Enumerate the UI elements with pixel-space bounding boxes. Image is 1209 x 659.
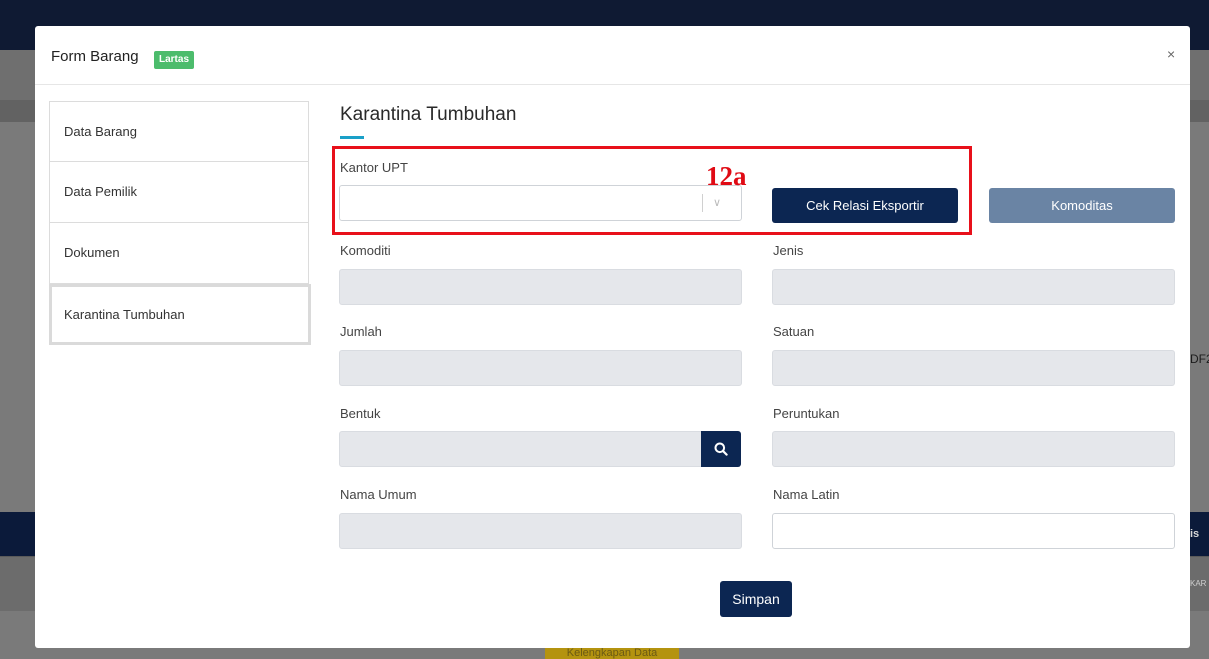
satuan-label: Satuan: [773, 324, 815, 339]
section-title: Karantina Tumbuhan: [340, 104, 517, 125]
background-right-small-text: KAR: [1190, 579, 1207, 588]
nama-latin-label: Nama Latin: [773, 487, 840, 502]
komoditas-button[interactable]: Komoditas: [989, 188, 1175, 223]
bentuk-field: [339, 431, 702, 467]
nama-umum-label: Nama Umum: [340, 487, 417, 502]
nama-umum-field: [339, 513, 742, 549]
form-sidebar: Data Barang Data Pemilik Dokumen Karanti…: [49, 101, 311, 345]
bentuk-label: Bentuk: [340, 406, 381, 421]
bentuk-search-button[interactable]: [701, 431, 741, 467]
modal-title: Form Barang: [51, 48, 139, 65]
lartas-badge: Lartas: [154, 51, 195, 69]
background-right-text: DF2: [1190, 352, 1209, 366]
satuan-field: [772, 350, 1175, 386]
jenis-label: Jenis: [773, 243, 804, 258]
jumlah-field: [339, 350, 742, 386]
peruntukan-field: [772, 431, 1175, 467]
title-underline: [340, 136, 364, 139]
simpan-button[interactable]: Simpan: [720, 581, 792, 617]
komoditi-field: [339, 269, 742, 305]
sidebar-item-data-pemilik[interactable]: Data Pemilik: [49, 162, 309, 223]
background-right-band-text: is: [1190, 528, 1200, 540]
sidebar-item-data-barang[interactable]: Data Barang: [49, 101, 309, 162]
jumlah-label: Jumlah: [340, 324, 382, 339]
sidebar-item-karantina-tumbuhan[interactable]: Karantina Tumbuhan: [49, 284, 311, 345]
modal-header: Form Barang Lartas ×: [35, 26, 1190, 85]
annotation-highlight-box: [332, 146, 972, 235]
sidebar-item-dokumen[interactable]: Dokumen: [49, 223, 309, 284]
form-barang-modal: Form Barang Lartas × Data Barang Data Pe…: [35, 26, 1190, 648]
peruntukan-label: Peruntukan: [773, 406, 840, 421]
annotation-label: 12a: [706, 161, 747, 191]
close-icon[interactable]: ×: [1167, 46, 1175, 62]
jenis-field: [772, 269, 1175, 305]
komoditi-label: Komoditi: [340, 243, 391, 258]
search-icon: [714, 442, 728, 456]
nama-latin-input[interactable]: [772, 513, 1175, 549]
